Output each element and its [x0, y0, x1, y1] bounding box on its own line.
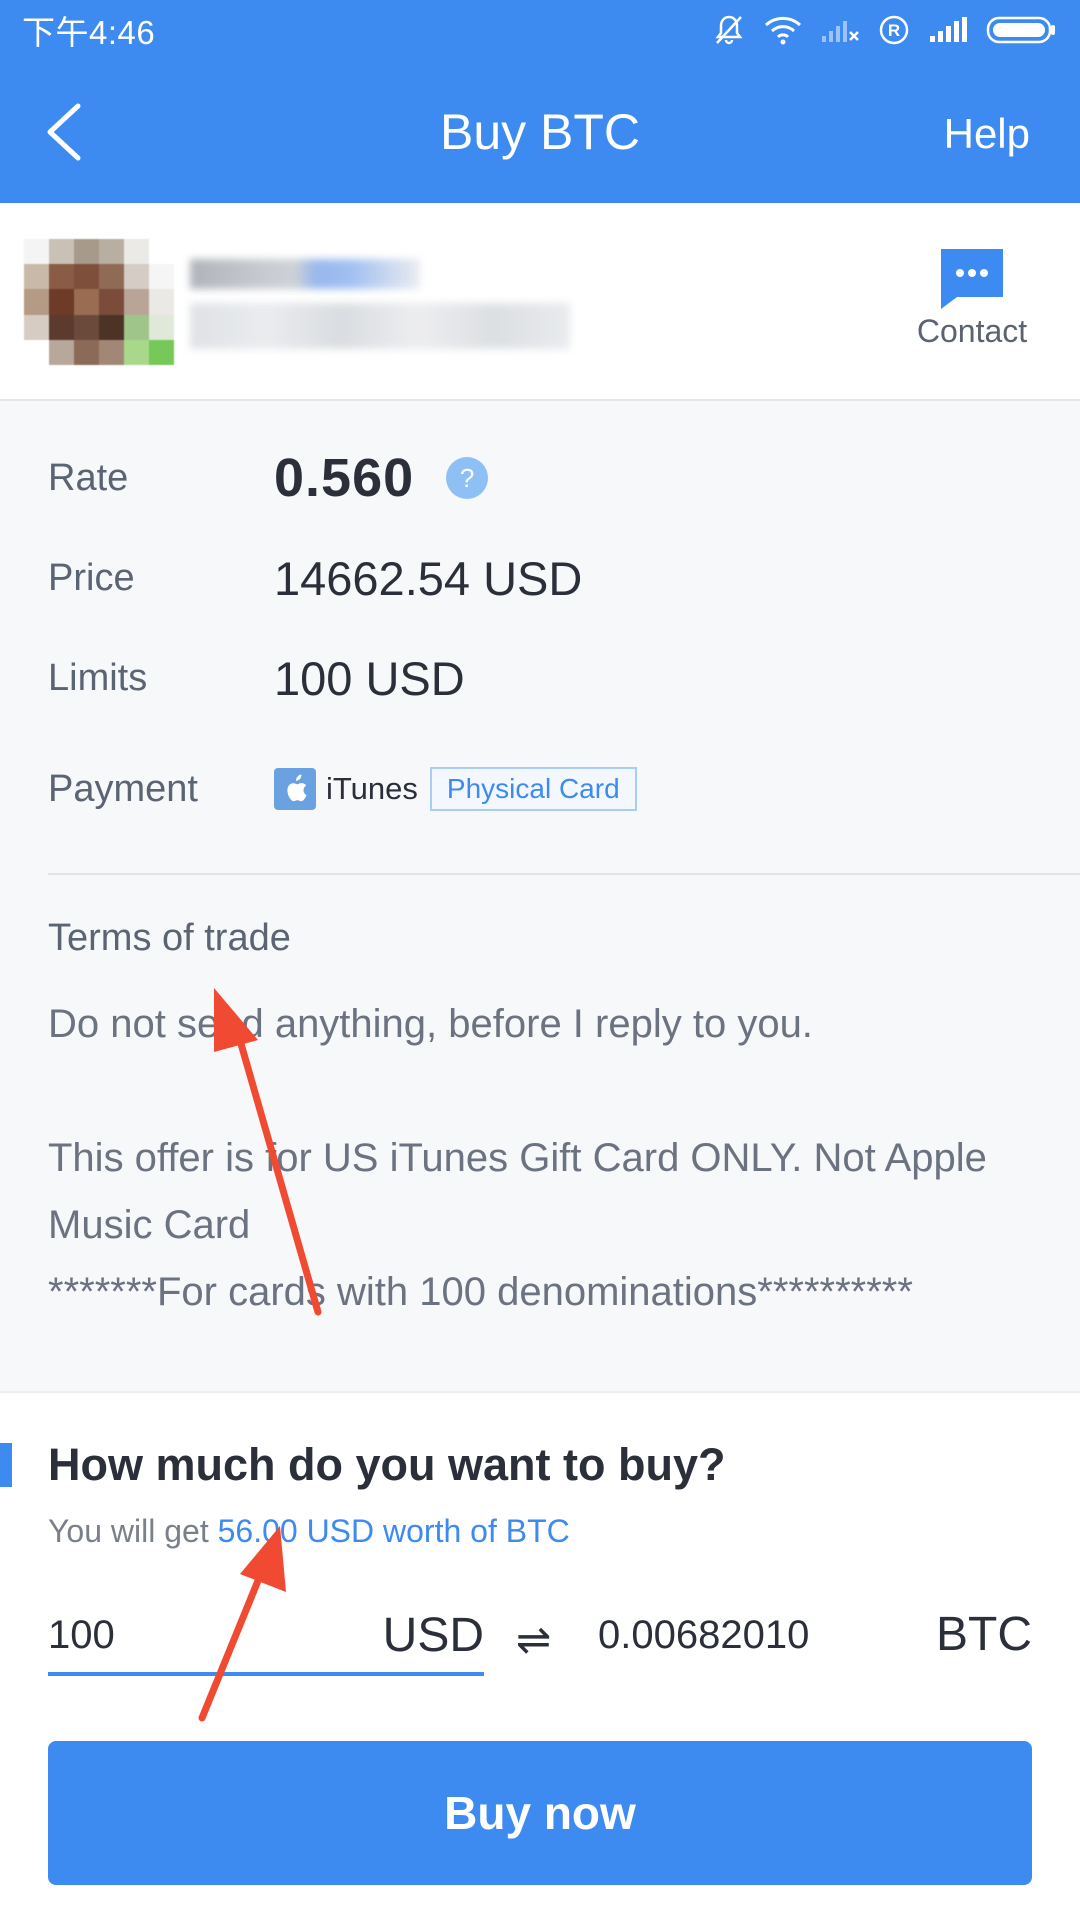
get-prefix: You will get — [48, 1513, 218, 1549]
section-accent-bar — [0, 1443, 12, 1487]
avatar[interactable] — [24, 239, 174, 365]
offer-details: Rate 0.560 ? Price 14662.54 USD Limits 1… — [0, 401, 1080, 1391]
buy-now-button[interactable]: Buy now — [48, 1741, 1032, 1885]
get-amount: 56.00 USD worth of BTC — [217, 1513, 570, 1549]
divider — [48, 873, 1080, 875]
terms-line: Do not send anything, before I reply to … — [48, 1002, 813, 1046]
buy-heading: How much do you want to buy? — [48, 1439, 726, 1490]
usd-currency-label: USD — [382, 1608, 484, 1662]
buy-panel: How much do you want to buy? You will ge… — [0, 1391, 1080, 1920]
payment-tag: Physical Card — [429, 767, 637, 811]
wifi-icon — [764, 16, 802, 45]
battery-icon — [986, 16, 1055, 44]
rate-label: Rate — [48, 456, 129, 499]
status-bar: 下午4:46 R — [0, 0, 1080, 60]
price-row: Price 14662.54 USD — [48, 551, 582, 606]
btc-currency-label: BTC — [936, 1608, 1032, 1661]
price-value: 14662.54 USD — [274, 552, 583, 605]
seller-info-redacted — [190, 303, 570, 349]
limits-label: Limits — [48, 657, 148, 699]
price-label: Price — [48, 557, 135, 599]
you-will-get: You will get 56.00 USD worth of BTC — [48, 1513, 570, 1550]
terms-line: *******For cards with 100 denominations*… — [48, 1270, 913, 1314]
limits-row: Limits 100 USD — [48, 651, 465, 706]
terms-line: This offer is for US iTunes Gift Card ON… — [48, 1136, 987, 1247]
status-time: 下午4:46 — [22, 14, 156, 51]
svg-text:R: R — [888, 21, 900, 40]
limits-value: 100 USD — [274, 652, 465, 705]
registered-icon: R — [879, 15, 909, 45]
payment-row: Payment iTunes Physical Card — [48, 767, 637, 811]
seller-card: Contact — [0, 203, 1080, 401]
status-icons: R — [712, 13, 1058, 47]
btc-amount[interactable]: 0.00682010 — [598, 1613, 809, 1658]
signal-empty-icon — [822, 21, 859, 42]
payment-method: iTunes — [326, 771, 418, 806]
contact-label: Contact — [916, 313, 1028, 349]
terms-title: Terms of trade — [48, 917, 291, 959]
payment-label: Payment — [48, 767, 198, 810]
page-title: Buy BTC — [439, 104, 641, 160]
apple-icon — [274, 768, 316, 810]
app-header: Buy BTC Help — [0, 60, 1080, 203]
usd-amount-field[interactable]: USD — [48, 1598, 484, 1676]
usd-amount-input[interactable] — [48, 1612, 248, 1658]
rate-value: 0.560 — [274, 448, 415, 508]
contact-button[interactable]: Contact — [912, 249, 1032, 350]
chat-bubble-icon — [941, 249, 1003, 309]
terms-text: Do not send anything, before I reply to … — [48, 991, 1038, 1326]
help-button[interactable]: Help — [944, 110, 1030, 158]
swap-icon[interactable]: ⇌ — [516, 1615, 551, 1664]
mute-icon — [715, 15, 743, 45]
rate-help-icon[interactable]: ? — [446, 457, 489, 499]
signal-icon — [930, 17, 967, 42]
seller-name-redacted — [190, 259, 420, 289]
rate-row: Rate 0.560 ? — [48, 447, 489, 509]
